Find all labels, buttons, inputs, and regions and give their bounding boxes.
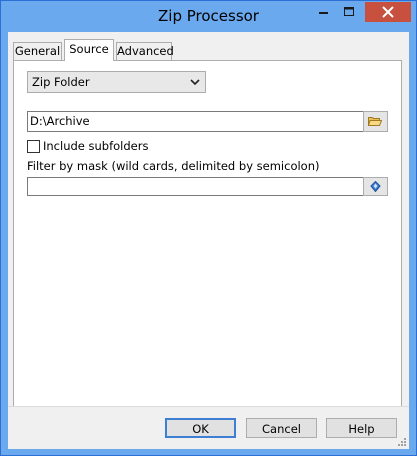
folder-open-icon — [368, 117, 382, 126]
tab-advanced[interactable]: Advanced — [116, 42, 174, 60]
include-subfolders-checkbox[interactable] — [27, 140, 40, 153]
mask-editor-icon — [370, 181, 381, 192]
title-bar[interactable]: Zip Processor — [1, 1, 416, 32]
close-icon — [382, 6, 394, 18]
tab-general[interactable]: General — [13, 42, 62, 60]
source-type-select[interactable]: Zip Folder — [27, 71, 206, 93]
filter-mask-label: Filter by mask (wild cards, delimited by… — [27, 159, 320, 173]
minimize-button[interactable] — [310, 2, 336, 22]
filter-mask-field[interactable] — [27, 177, 364, 196]
mask-editor-button[interactable] — [363, 177, 388, 196]
dialog-window: Zip Processor General Source Advanced Zi… — [0, 0, 417, 456]
source-tab-panel: Zip Folder D:\Archive Include subfolders… — [13, 60, 402, 424]
help-button[interactable]: Help — [326, 418, 397, 438]
cancel-button[interactable]: Cancel — [246, 418, 317, 438]
source-path-value: D:\Archive — [30, 114, 90, 128]
maximize-button[interactable] — [336, 2, 362, 22]
maximize-icon — [344, 7, 354, 16]
dialog-client-area: General Source Advanced Zip Folder D:\Ar… — [8, 32, 409, 449]
source-type-value: Zip Folder — [32, 75, 90, 89]
browse-folder-button[interactable] — [363, 111, 388, 132]
close-button[interactable] — [365, 2, 411, 22]
source-path-field[interactable]: D:\Archive — [27, 111, 364, 132]
include-subfolders-label: Include subfolders — [43, 139, 149, 153]
resize-grip-icon[interactable] — [397, 437, 407, 447]
minimize-icon — [319, 12, 328, 14]
chevron-down-icon — [190, 79, 200, 86]
tab-source[interactable]: Source — [64, 39, 114, 61]
filter-mask-input[interactable] — [30, 179, 360, 194]
ok-button[interactable]: OK — [165, 418, 236, 438]
dialog-button-bar: OK Cancel Help — [8, 406, 409, 449]
